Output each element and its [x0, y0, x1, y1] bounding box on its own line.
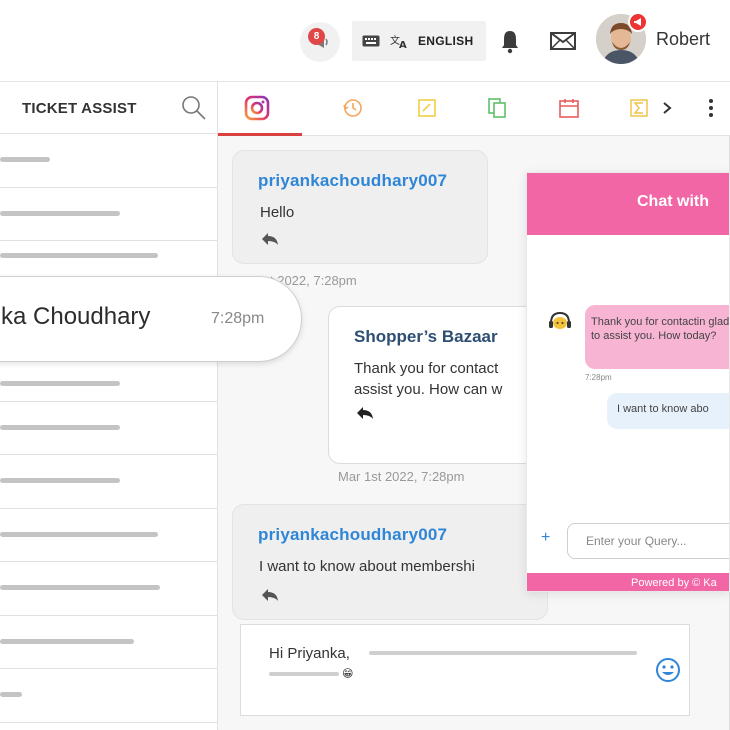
- notifications-button[interactable]: 8: [300, 22, 340, 62]
- placeholder-bar: [0, 585, 160, 591]
- placeholder-bar: [0, 638, 134, 644]
- note-edit-icon: [418, 99, 436, 117]
- list-item[interactable]: [0, 616, 218, 669]
- compose-text: Hi Priyanka,: [269, 645, 350, 662]
- message-text-line: Thank you for contact: [354, 360, 499, 377]
- incoming-message: priyankachoudhary007 Hello: [232, 150, 488, 264]
- incoming-message: priyankachoudhary007 I want to know abou…: [232, 504, 548, 620]
- language-label: ENGLISH: [418, 34, 474, 48]
- message-timestamp: Mar 1st 2022, 7:28pm: [338, 469, 465, 484]
- kebab-menu-icon: [709, 99, 713, 117]
- panel-title: TICKET ASSIST: [22, 100, 137, 117]
- bell-button[interactable]: [498, 28, 522, 54]
- search-button[interactable]: [180, 94, 208, 122]
- powered-by-footer: Powered by © Ka: [527, 573, 729, 591]
- bot-message-time: 7:28pm: [585, 373, 612, 382]
- placeholder-bar: [0, 531, 158, 537]
- language-selector[interactable]: 文 A ENGLISH: [352, 21, 486, 61]
- list-item[interactable]: [0, 455, 218, 509]
- list-item[interactable]: [0, 134, 218, 188]
- placeholder-bar: [0, 157, 50, 163]
- customer-name: ka Choudhary: [1, 303, 151, 330]
- placeholder-bar: [0, 692, 22, 698]
- placeholder-bar: [0, 478, 120, 484]
- list-item[interactable]: [0, 669, 218, 723]
- ticket-list-panel: TICKET ASSIST: [0, 82, 218, 730]
- grin-emoji-icon: 😁: [342, 668, 354, 680]
- placeholder-bar: [0, 424, 120, 430]
- chevron-right-icon: [663, 102, 672, 114]
- tab-instagram[interactable]: [244, 95, 270, 121]
- bot-headset-icon: [549, 311, 571, 329]
- placeholder-bar: [0, 210, 120, 216]
- reply-icon[interactable]: [355, 405, 375, 421]
- avatar-status-badge: [628, 12, 648, 32]
- ticket-list-header: TICKET ASSIST: [0, 82, 217, 134]
- conversation-time: 7:28pm: [211, 310, 265, 327]
- tab-calendar[interactable]: [556, 95, 582, 121]
- copy-icon: [488, 98, 506, 118]
- calendar-icon: [559, 99, 579, 118]
- tab-history[interactable]: [340, 95, 366, 121]
- tabs-next-button[interactable]: [654, 95, 680, 121]
- reply-compose-box[interactable]: Hi Priyanka, 😁: [240, 624, 690, 716]
- placeholder-bar: [0, 380, 120, 386]
- message-sender: Shopper’s Bazaar: [354, 327, 498, 346]
- history-icon: [343, 99, 362, 117]
- attach-plus-button[interactable]: +: [541, 529, 550, 547]
- list-item[interactable]: [0, 509, 218, 562]
- list-item[interactable]: [0, 562, 218, 616]
- message-text-line: assist you. How can w: [354, 381, 503, 398]
- more-options-button[interactable]: [698, 95, 724, 121]
- list-item[interactable]: [0, 188, 218, 241]
- megaphone-badge-icon: [634, 18, 641, 26]
- keyboard-icon: [362, 35, 380, 47]
- query-input[interactable]: Enter your Query...: [567, 523, 729, 559]
- translate-icon: 文 A: [390, 34, 407, 49]
- reply-icon[interactable]: [260, 587, 280, 603]
- mail-button[interactable]: [550, 30, 576, 52]
- channel-tabs: [218, 82, 730, 136]
- placeholder-bar: [0, 252, 158, 258]
- instagram-icon: [244, 95, 270, 121]
- top-bar: 8 文 A ENGLISH Robert: [0, 0, 730, 82]
- chat-widget: Chat with Thank you for contactin glad t…: [526, 172, 730, 592]
- bot-message: Thank you for contactin glad to assist y…: [585, 305, 729, 369]
- svg-text:A: A: [399, 40, 407, 49]
- active-tab-indicator: [218, 133, 302, 136]
- search-icon: [182, 96, 206, 120]
- user-message: I want to know abo: [607, 393, 729, 429]
- message-text: Hello: [260, 204, 295, 221]
- reply-icon[interactable]: [260, 231, 280, 247]
- chat-widget-header: Chat with: [527, 173, 729, 235]
- selected-conversation-card[interactable]: ka Choudhary 7:28pm: [0, 276, 302, 362]
- message-text: I want to know about membershi: [259, 558, 475, 575]
- tab-sum[interactable]: [626, 95, 652, 121]
- placeholder-bar: [269, 672, 339, 676]
- tab-notes[interactable]: [414, 95, 440, 121]
- emoji-picker-icon[interactable]: [655, 657, 681, 683]
- mail-icon: [550, 32, 576, 50]
- message-sender[interactable]: priyankachoudhary007: [258, 525, 447, 545]
- message-sender[interactable]: priyankachoudhary007: [258, 171, 447, 191]
- user-name[interactable]: Robert: [656, 29, 710, 50]
- tab-copy[interactable]: [484, 95, 510, 121]
- notification-count-badge: 8: [308, 28, 325, 45]
- sigma-icon: [630, 99, 648, 117]
- placeholder-bar: [369, 651, 637, 655]
- list-item[interactable]: [0, 402, 218, 455]
- chat-widget-title: Chat with: [637, 193, 709, 210]
- bell-icon: [502, 31, 518, 54]
